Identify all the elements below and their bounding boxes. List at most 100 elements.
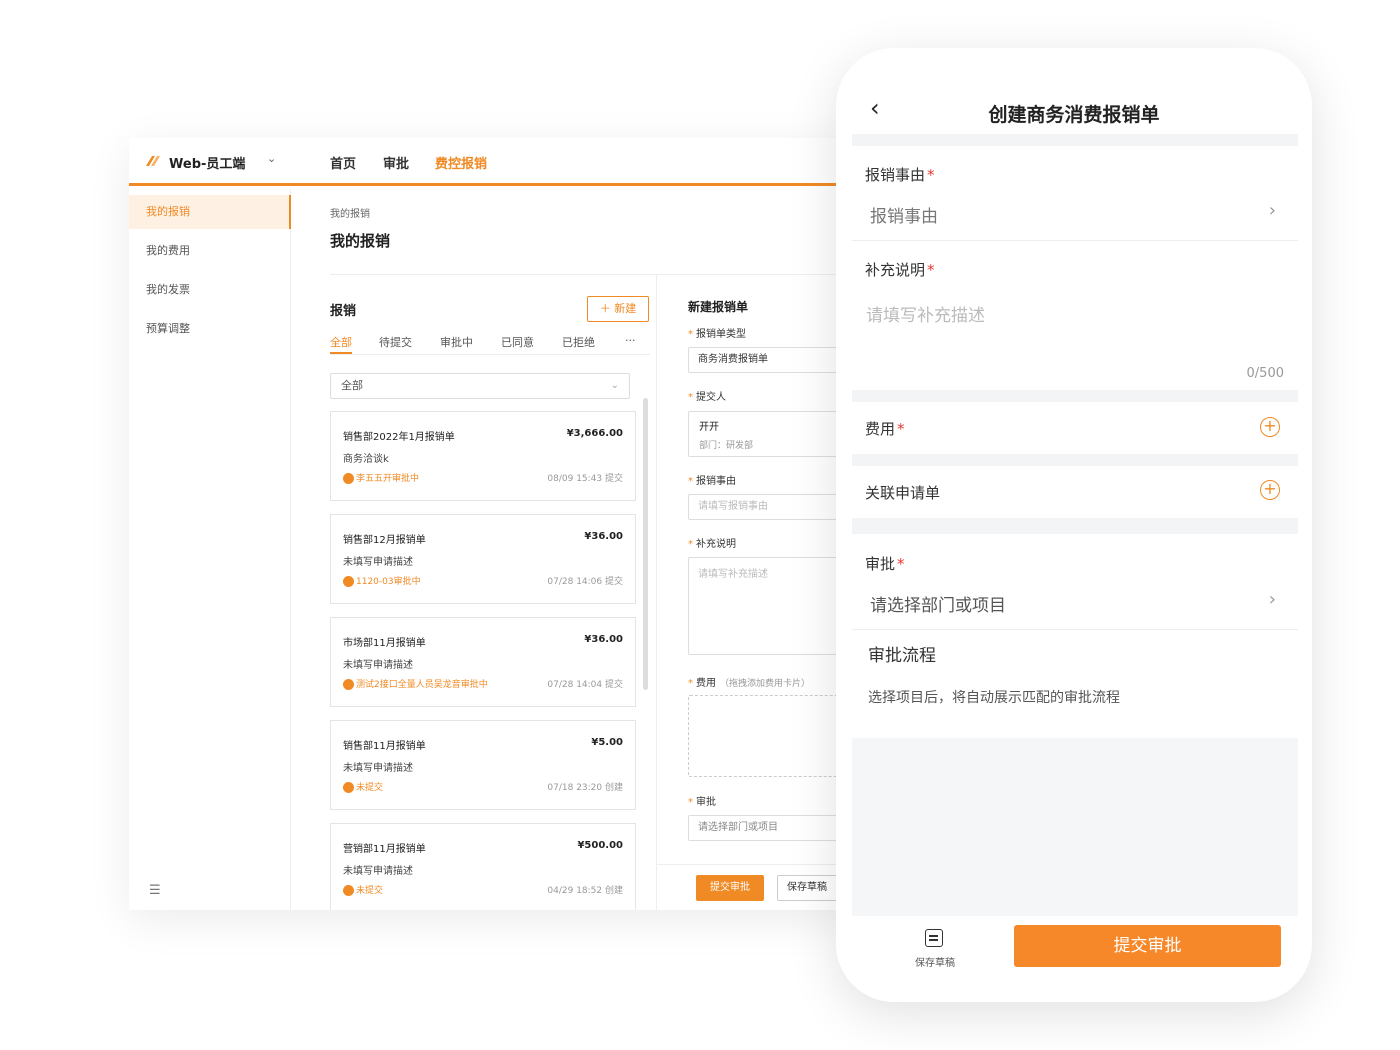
card-amount: ¥36.00 bbox=[584, 531, 623, 542]
note-label: * 补充说明 bbox=[688, 539, 736, 550]
new-reimbursement-button[interactable]: ＋ 新建 bbox=[587, 296, 649, 322]
nav-approval[interactable]: 审批 bbox=[383, 153, 409, 172]
submit-approval-button[interactable]: 提交审批 bbox=[696, 875, 764, 901]
sidebar-item-my-reimbursement[interactable]: 我的报销 bbox=[129, 195, 291, 229]
submitter-label: * 提交人 bbox=[688, 392, 726, 403]
fee-label: * 费用 （拖拽添加费用卡片） bbox=[688, 678, 811, 689]
status-filter-value: 全部 bbox=[341, 379, 363, 392]
clock-icon bbox=[343, 679, 354, 690]
tab-in-approval[interactable]: 审批中 bbox=[440, 334, 473, 350]
add-fee-icon[interactable]: + bbox=[1260, 417, 1280, 437]
save-draft-button[interactable]: 保存草稿 bbox=[902, 954, 968, 969]
clock-icon bbox=[343, 885, 354, 896]
card-description: 未填写申请描述 bbox=[343, 660, 413, 671]
tab-approved[interactable]: 已同意 bbox=[501, 334, 534, 350]
divider bbox=[656, 864, 849, 865]
note-char-count: 0/500 bbox=[1246, 366, 1284, 381]
tab-rejected[interactable]: 已拒绝 bbox=[562, 334, 595, 350]
fee-drop-zone[interactable] bbox=[688, 695, 849, 777]
tab-all[interactable]: 全部 bbox=[330, 334, 352, 350]
reason-input[interactable]: 请填写报销事由 bbox=[688, 494, 849, 520]
section-divider bbox=[852, 390, 1298, 402]
reimbursement-card[interactable]: 销售部11月报销单 ¥5.00 未填写申请描述 未提交 07/18 23:20 … bbox=[330, 720, 636, 810]
collapse-menu-icon[interactable]: ☰ bbox=[149, 883, 161, 898]
card-time: 07/18 23:20 创建 bbox=[547, 783, 623, 793]
card-status: 李五五开审批中 bbox=[356, 474, 420, 484]
card-time: 07/28 14:06 提交 bbox=[547, 577, 623, 587]
divider bbox=[656, 275, 657, 910]
submit-approval-button[interactable]: 提交审批 bbox=[1014, 925, 1281, 967]
nav-expense[interactable]: 费控报销 bbox=[435, 153, 487, 172]
card-amount: ¥5.00 bbox=[591, 737, 623, 748]
approval-label: * 审批 bbox=[688, 797, 716, 808]
approval-select[interactable]: 请选择部门或项目 bbox=[870, 591, 1006, 616]
top-navbar: Web-员工端 ⌄ 首页 审批 费控报销 bbox=[129, 138, 849, 186]
note-placeholder: 请填写补充描述 bbox=[698, 569, 768, 580]
card-time: 07/28 14:04 提交 bbox=[547, 680, 623, 690]
card-time: 04/29 18:52 创建 bbox=[547, 886, 623, 896]
list-scrollbar[interactable] bbox=[643, 398, 648, 690]
web-app-window: Web-员工端 ⌄ 首页 审批 费控报销 我的报销 我的费用 我的发票 预算调整… bbox=[129, 138, 849, 910]
approval-flow-title: 审批流程 bbox=[868, 646, 936, 666]
approval-select[interactable]: 请选择部门或项目 bbox=[688, 815, 849, 841]
reimbursement-card[interactable]: 销售部2022年1月报销单 ¥3,666.00 商务洽谈k 李五五开审批中 08… bbox=[330, 411, 636, 501]
brand-logo-icon bbox=[146, 156, 160, 166]
card-description: 未填写申请描述 bbox=[343, 557, 413, 568]
section-divider bbox=[852, 134, 1298, 146]
divider bbox=[330, 274, 849, 275]
card-title: 市场部11月报销单 bbox=[343, 638, 426, 649]
card-status: 1120-03审批中 bbox=[356, 577, 421, 587]
card-title: 销售部11月报销单 bbox=[343, 741, 426, 752]
mobile-app-window: ‹ 创建商务消费报销单 报销事由 * 报销事由 › 补充说明 * 请填写补充描述 0… bbox=[836, 48, 1312, 1002]
divider bbox=[330, 354, 650, 355]
reimbursement-card[interactable]: 营销部11月报销单 ¥500.00 未填写申请描述 未提交 04/29 18:5… bbox=[330, 823, 636, 910]
reason-label: 报销事由 * bbox=[865, 166, 935, 184]
approval-flow-area bbox=[852, 738, 1298, 916]
card-description: 未填写申请描述 bbox=[343, 866, 413, 877]
sidebar: 我的报销 我的费用 我的发票 预算调整 ☰ bbox=[129, 189, 291, 910]
card-status: 测试2接口全量人员吴龙音审批中 bbox=[356, 680, 488, 690]
save-draft-icon[interactable] bbox=[925, 929, 943, 947]
sidebar-item-budget-adjust[interactable]: 预算调整 bbox=[129, 312, 291, 346]
type-label: * 报销单类型 bbox=[688, 329, 746, 340]
divider bbox=[852, 629, 1298, 630]
page-title: 创建商务消费报销单 bbox=[988, 104, 1160, 126]
chevron-right-icon[interactable]: › bbox=[1269, 589, 1276, 610]
approval-flow-description: 选择项目后，将自动展示匹配的审批流程 bbox=[868, 690, 1120, 706]
note-label: 补充说明 * bbox=[865, 261, 935, 279]
section-divider bbox=[852, 518, 1298, 534]
reason-select[interactable]: 报销事由 bbox=[870, 202, 938, 227]
reimbursement-card[interactable]: 销售部12月报销单 ¥36.00 未填写申请描述 1120-03审批中 07/2… bbox=[330, 514, 636, 604]
status-filter-select[interactable]: 全部 ⌄ bbox=[330, 373, 630, 399]
note-textarea[interactable]: 请填写补充描述 bbox=[866, 301, 985, 326]
form-title: 新建报销单 bbox=[688, 300, 749, 314]
clock-icon bbox=[343, 782, 354, 793]
card-description: 未填写申请描述 bbox=[343, 763, 413, 774]
chevron-right-icon[interactable]: › bbox=[1269, 200, 1276, 221]
card-time: 08/09 15:43 提交 bbox=[547, 474, 623, 484]
clock-icon bbox=[343, 473, 354, 484]
page-title: 我的报销 bbox=[330, 232, 391, 250]
tab-pending-submit[interactable]: 待提交 bbox=[379, 334, 412, 350]
divider bbox=[852, 240, 1298, 241]
chevron-down-icon[interactable]: ⌄ bbox=[267, 152, 276, 165]
type-select[interactable]: 商务消费报销单 bbox=[688, 347, 849, 373]
card-amount: ¥3,666.00 bbox=[566, 428, 623, 439]
reimbursement-card[interactable]: 市场部11月报销单 ¥36.00 未填写申请描述 测试2接口全量人员吴龙音审批中… bbox=[330, 617, 636, 707]
card-amount: ¥36.00 bbox=[584, 634, 623, 645]
breadcrumb[interactable]: 我的报销 bbox=[330, 205, 370, 220]
reason-label: * 报销事由 bbox=[688, 476, 736, 487]
sidebar-item-my-expense[interactable]: 我的费用 bbox=[129, 234, 291, 268]
card-title: 销售部12月报销单 bbox=[343, 535, 426, 546]
add-related-application-icon[interactable]: + bbox=[1260, 480, 1280, 500]
clock-icon bbox=[343, 576, 354, 587]
list-title: 报销 bbox=[330, 304, 357, 319]
approval-label: 审批 * bbox=[865, 555, 905, 573]
card-status: 未提交 bbox=[356, 783, 384, 793]
card-title: 营销部11月报销单 bbox=[343, 844, 426, 855]
sidebar-item-my-invoice[interactable]: 我的发票 bbox=[129, 273, 291, 307]
tab-more[interactable]: ··· bbox=[625, 334, 636, 347]
fee-label: 费用 * bbox=[865, 420, 905, 438]
nav-home[interactable]: 首页 bbox=[330, 153, 356, 172]
app-switcher-label[interactable]: Web-员工端 bbox=[169, 153, 245, 172]
